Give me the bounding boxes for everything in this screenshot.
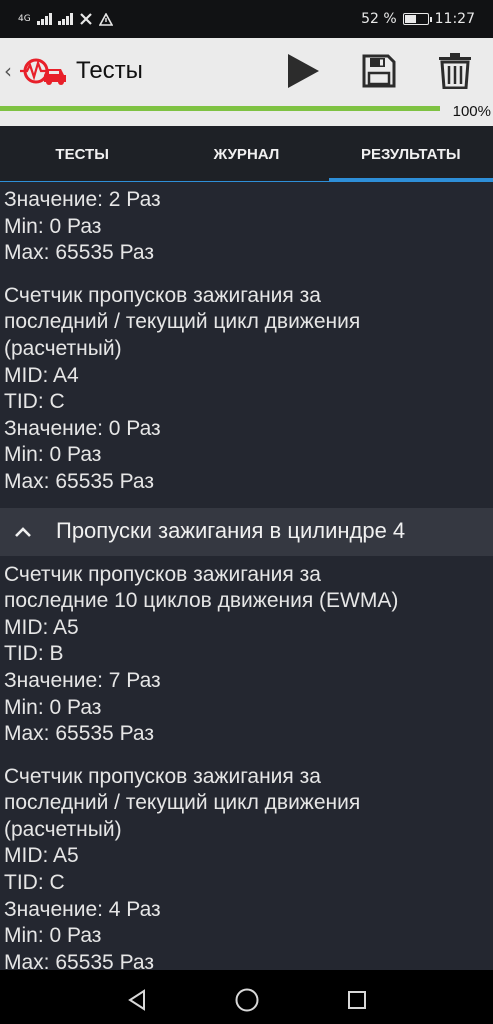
recents-square-icon[interactable] bbox=[342, 985, 372, 1015]
result-title: (расчетный) bbox=[4, 817, 122, 841]
result-mid: MID: A5 bbox=[4, 844, 79, 868]
result-tid: TID: C bbox=[4, 871, 65, 895]
warning-icon bbox=[98, 12, 113, 26]
play-button[interactable] bbox=[265, 38, 341, 104]
result-max: Max: 65535 Раз bbox=[4, 469, 154, 493]
save-button[interactable] bbox=[341, 38, 417, 104]
result-value: Значение: 0 Раз bbox=[4, 416, 161, 440]
result-title: последние 10 циклов движения (EWMA) bbox=[4, 589, 399, 613]
list-item: Значение: 2 Раз Min: 0 Раз Max: 65535 Ра… bbox=[0, 182, 493, 277]
group-header-cylinder-4[interactable]: Пропуски зажигания в цилиндре 4 bbox=[0, 507, 493, 556]
status-left: 4G bbox=[18, 12, 113, 26]
save-icon bbox=[362, 54, 396, 88]
result-tid: TID: C bbox=[4, 390, 65, 414]
result-max: Max: 65535 Раз bbox=[4, 241, 154, 265]
progress-bar bbox=[0, 106, 440, 111]
result-mid: MID: A5 bbox=[4, 615, 79, 639]
result-min: Min: 0 Раз bbox=[4, 695, 102, 719]
signal-icon-2 bbox=[57, 13, 73, 25]
result-max: Max: 65535 Раз bbox=[4, 950, 154, 970]
play-icon bbox=[288, 54, 319, 88]
clock: 11:27 bbox=[434, 11, 475, 27]
progress-area: 100% bbox=[0, 103, 493, 120]
result-title: Счетчик пропусков зажигания за bbox=[4, 764, 321, 788]
network-type: 4G bbox=[18, 13, 31, 24]
list-item: Счетчик пропусков зажигания за последний… bbox=[0, 277, 493, 506]
chevron-up-icon bbox=[0, 508, 46, 556]
group-title: Пропуски зажигания в цилиндре 4 bbox=[56, 518, 406, 544]
tab-tests[interactable]: ТЕСТЫ bbox=[0, 126, 164, 182]
trash-icon bbox=[439, 53, 471, 89]
page-title: Тесты bbox=[76, 57, 143, 84]
delete-button[interactable] bbox=[417, 38, 493, 104]
tab-results[interactable]: РЕЗУЛЬТАТЫ bbox=[328, 126, 493, 182]
progress-spacer bbox=[0, 116, 493, 126]
battery-percent: 52 % bbox=[361, 11, 397, 27]
data-blocked-icon bbox=[79, 13, 92, 25]
chevron-left-icon[interactable]: ‹ bbox=[4, 59, 14, 83]
result-title: (расчетный) bbox=[4, 336, 122, 360]
status-bar: 4G 52 % 11:27 bbox=[0, 0, 493, 38]
tab-divider bbox=[0, 181, 493, 182]
progress-label: 100% bbox=[452, 103, 491, 120]
list-item: Счетчик пропусков зажигания за последний… bbox=[0, 758, 493, 970]
result-min: Min: 0 Раз bbox=[4, 924, 102, 948]
status-right: 52 % 11:27 bbox=[361, 11, 475, 27]
progress-fill bbox=[0, 106, 440, 111]
result-mid: MID: A4 bbox=[4, 363, 79, 387]
result-title: Счетчик пропусков зажигания за bbox=[4, 562, 321, 586]
result-max: Max: 65535 Раз bbox=[4, 722, 154, 746]
app-toolbar: ‹ Тесты bbox=[0, 38, 493, 104]
battery-icon bbox=[402, 13, 432, 25]
home-circle-icon[interactable] bbox=[232, 985, 262, 1015]
result-title: Счетчик пропусков зажигания за bbox=[4, 283, 321, 307]
car-diagnostic-logo bbox=[20, 58, 66, 85]
signal-icon bbox=[36, 13, 52, 25]
result-title: последний / текущий цикл движения bbox=[4, 791, 361, 815]
result-value: Значение: 2 Раз bbox=[4, 188, 161, 211]
result-value: Значение: 4 Раз bbox=[4, 897, 161, 921]
tab-bar: ТЕСТЫ ЖУРНАЛ РЕЗУЛЬТАТЫ bbox=[0, 126, 493, 182]
system-nav-bar bbox=[0, 970, 493, 1024]
result-tid: TID: B bbox=[4, 642, 64, 666]
result-min: Min: 0 Раз bbox=[4, 443, 102, 467]
tab-journal[interactable]: ЖУРНАЛ bbox=[164, 126, 328, 182]
result-min: Min: 0 Раз bbox=[4, 214, 102, 238]
back-triangle-icon[interactable] bbox=[122, 985, 152, 1015]
list-item: Счетчик пропусков зажигания за последние… bbox=[0, 556, 493, 758]
results-list[interactable]: Значение: 2 Раз Min: 0 Раз Max: 65535 Ра… bbox=[0, 182, 493, 970]
result-value: Значение: 7 Раз bbox=[4, 668, 161, 692]
toolbar-actions bbox=[265, 38, 493, 104]
result-title: последний / текущий цикл движения bbox=[4, 310, 361, 334]
